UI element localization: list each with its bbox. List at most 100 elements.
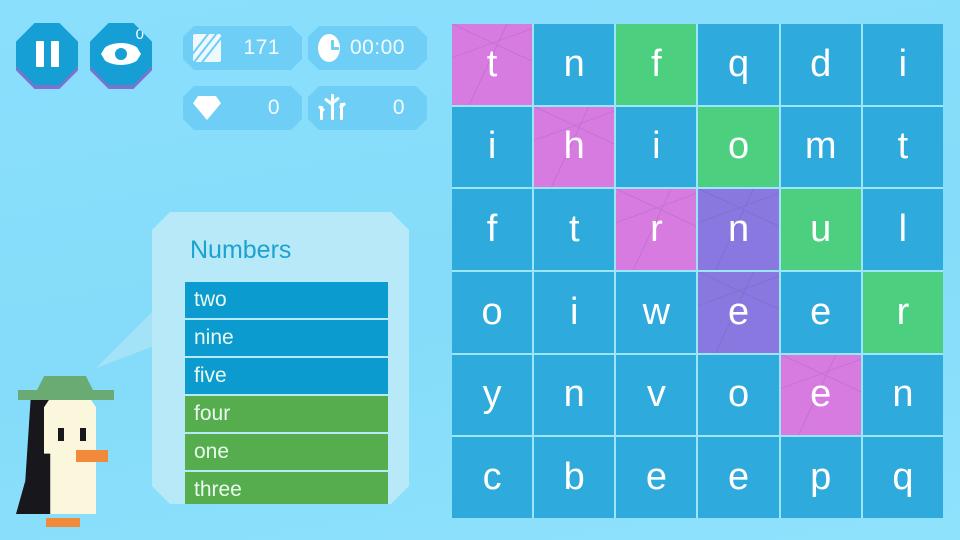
hint-count-badge: 0: [135, 26, 144, 43]
grid-letter: d: [810, 42, 832, 85]
grid-cell[interactable]: n: [862, 354, 943, 436]
word-label: four: [194, 402, 231, 425]
grid-letter: o: [728, 125, 750, 168]
grid-cell[interactable]: l: [862, 189, 943, 270]
grid-cell[interactable]: e: [616, 437, 697, 518]
grid-cell[interactable]: t: [452, 24, 533, 105]
grid-cell[interactable]: r: [862, 271, 943, 353]
grid-letter: i: [898, 42, 908, 85]
grid-letter: u: [810, 208, 832, 251]
grid-letter: i: [487, 125, 497, 168]
grid-cell[interactable]: e: [780, 354, 861, 436]
grid-letter: n: [728, 208, 750, 251]
grid-cell[interactable]: f: [452, 189, 533, 270]
word-list-panel: Numbers two nine five four one three: [152, 212, 409, 504]
grid-letter: r: [896, 290, 910, 333]
game-screen: 0 171 00:00 0 0 Numbers two nine five four o…: [0, 0, 960, 540]
stat-timer[interactable]: 00:00: [308, 26, 427, 70]
grid-letter: e: [810, 290, 832, 333]
penguin-tail: [16, 482, 48, 514]
grid-letter: t: [486, 42, 498, 85]
grid-cell[interactable]: m: [780, 106, 861, 188]
grid-letter: o: [728, 373, 750, 416]
grid-cell[interactable]: e: [698, 437, 779, 518]
coral-icon: [318, 94, 348, 122]
grid-letter: m: [804, 125, 837, 168]
grid-cell[interactable]: i: [452, 106, 533, 188]
grid-letter: v: [646, 373, 666, 416]
letter-grid[interactable]: tnfqdiihiomtftrnuloiweerynvoencbeepq: [452, 24, 943, 518]
grid-letter: e: [728, 456, 750, 499]
grid-cell[interactable]: t: [534, 189, 615, 270]
word-row: nine: [185, 320, 388, 356]
grid-cell[interactable]: d: [780, 24, 861, 105]
word-list-title: Numbers: [190, 236, 292, 264]
grid-cell[interactable]: r: [616, 189, 697, 270]
grid-cell[interactable]: c: [452, 437, 533, 518]
grid-letter: q: [892, 456, 914, 499]
grid-letter: q: [728, 42, 750, 85]
grid-cell[interactable]: f: [616, 24, 697, 105]
grid-cell[interactable]: p: [780, 437, 861, 518]
penguin-avatar: [14, 360, 122, 528]
grid-letter: r: [650, 208, 663, 251]
grid-cell[interactable]: i: [616, 106, 697, 188]
clock-icon: [318, 34, 340, 62]
grid-letter: e: [810, 373, 832, 416]
grid-cell[interactable]: i: [862, 24, 943, 105]
speech-bubble-tail: [96, 306, 158, 368]
stat-coral[interactable]: 0: [308, 86, 427, 130]
grid-cell[interactable]: n: [534, 354, 615, 436]
penguin-eye-right: [80, 428, 86, 441]
grid-cell[interactable]: y: [452, 354, 533, 436]
grid-letter: o: [481, 290, 503, 333]
grid-cell[interactable]: o: [452, 271, 533, 353]
word-row: five: [185, 358, 388, 394]
grid-cell[interactable]: v: [616, 354, 697, 436]
grid-letter: h: [563, 125, 585, 168]
pause-button[interactable]: [16, 23, 78, 85]
grid-cell[interactable]: u: [780, 189, 861, 270]
grid-cell[interactable]: q: [698, 24, 779, 105]
grid-cell[interactable]: n: [534, 24, 615, 105]
grid-cell[interactable]: e: [698, 271, 779, 353]
hint-button[interactable]: 0: [90, 23, 152, 85]
gem-icon: [193, 96, 221, 120]
grid-letter: e: [645, 456, 667, 499]
grid-cell[interactable]: o: [698, 354, 779, 436]
grid-letter: l: [898, 208, 908, 251]
eye-icon: [101, 43, 141, 65]
timer-value: 00:00: [349, 36, 405, 59]
grid-letter: c: [482, 456, 502, 499]
grid-cell[interactable]: i: [534, 271, 615, 353]
penguin-beak: [76, 450, 108, 462]
word-label: nine: [194, 326, 234, 349]
grid-cell[interactable]: o: [698, 106, 779, 188]
stat-ice[interactable]: 171: [183, 26, 302, 70]
word-row: one: [185, 434, 388, 470]
grid-letter: n: [892, 373, 914, 416]
grid-letter: p: [810, 456, 832, 499]
grid-letter: n: [563, 42, 585, 85]
grid-letter: f: [486, 208, 498, 251]
grid-cell[interactable]: e: [780, 271, 861, 353]
grid-cell[interactable]: n: [698, 189, 779, 270]
grid-letter: t: [897, 125, 909, 168]
word-label: one: [194, 440, 230, 463]
ice-value: 171: [243, 36, 280, 59]
gem-value: 0: [267, 96, 280, 119]
grid-cell[interactable]: b: [534, 437, 615, 518]
word-row: three: [185, 472, 388, 504]
grid-cell[interactable]: h: [534, 106, 615, 188]
grid-cell[interactable]: q: [862, 437, 943, 518]
pause-icon: [35, 41, 59, 67]
grid-letter: f: [651, 42, 662, 85]
word-row: two: [185, 282, 388, 318]
stat-gems[interactable]: 0: [183, 86, 302, 130]
penguin-hat-top: [36, 376, 94, 392]
penguin-eye-left: [58, 428, 64, 441]
grid-cell[interactable]: w: [616, 271, 697, 353]
grid-cell[interactable]: t: [862, 106, 943, 188]
word-row: four: [185, 396, 388, 432]
grid-letter: i: [652, 125, 661, 168]
